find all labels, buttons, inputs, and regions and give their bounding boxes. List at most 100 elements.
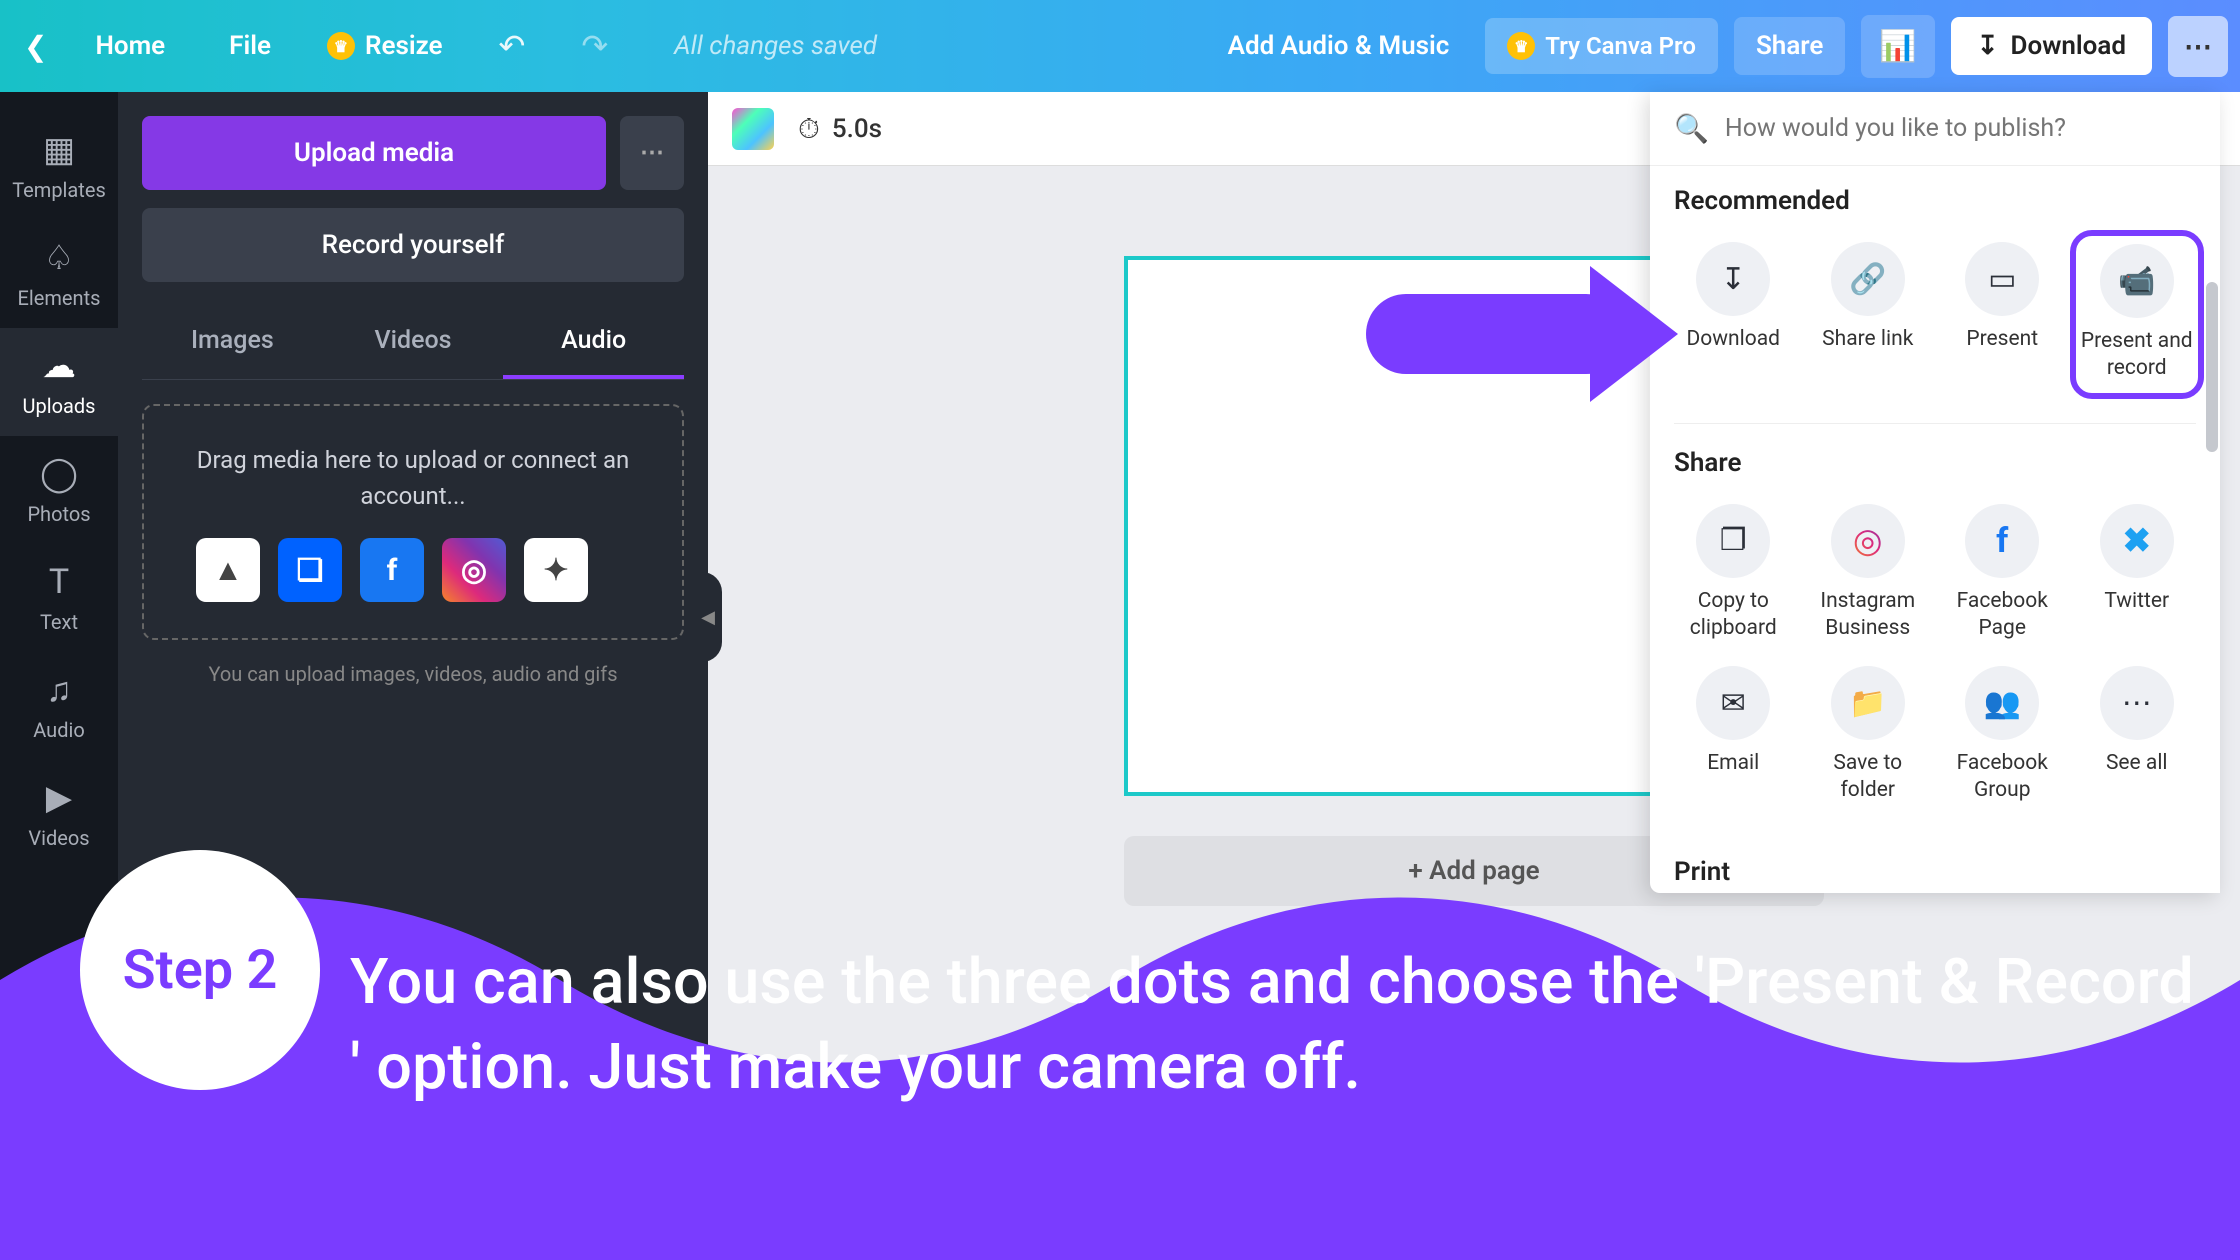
nav-label: Uploads (23, 394, 96, 418)
facebook-icon: f (1965, 504, 2039, 578)
option-label: Share link (1822, 326, 1913, 353)
clock-icon: ⏱ (798, 112, 820, 146)
nav-label: Videos (28, 826, 89, 850)
upload-hint: You can upload images, videos, audio and… (142, 662, 684, 686)
upload-tabs: Images Videos Audio (142, 306, 684, 380)
add-audio-music-button[interactable]: Add Audio & Music (1208, 31, 1470, 61)
publish-search-input[interactable] (1725, 114, 2196, 143)
scrollbar[interactable] (2206, 282, 2218, 452)
step-badge: Step 2 (80, 850, 320, 1090)
instagram-icon[interactable]: ◎ (442, 538, 506, 602)
option-label: Download (1687, 326, 1781, 353)
file-menu[interactable]: File (201, 31, 291, 61)
top-bar: ❮ Home File ♛ Resize ↶ ↷ All changes sav… (0, 0, 2240, 92)
recommended-title: Recommended (1650, 166, 2220, 222)
publish-panel: 🔍 Recommended ↧ Download 🔗 Share link ▭ … (1650, 92, 2220, 893)
upload-media-button[interactable]: Upload media (142, 116, 606, 190)
option-label: Facebook Page (1939, 588, 2066, 643)
divider (1674, 423, 2196, 424)
dropbox-icon[interactable]: ❏ (278, 538, 342, 602)
collapse-panel-icon[interactable]: ◀ (694, 572, 722, 662)
instagram-icon: ◎ (1831, 504, 1905, 578)
nav-uploads[interactable]: ☁ Uploads (0, 328, 118, 436)
option-download[interactable]: ↧ Download (1666, 230, 1801, 399)
text-icon: T (49, 562, 69, 602)
elements-icon: ♤ (44, 238, 74, 278)
nav-text[interactable]: TText (0, 544, 118, 652)
duration-control[interactable]: ⏱ 5.0s (798, 112, 882, 146)
facebook-icon[interactable]: f (360, 538, 424, 602)
drop-area[interactable]: Drag media here to upload or connect an … (142, 404, 684, 640)
option-email[interactable]: ✉ Email (1666, 654, 1801, 817)
nav-label: Photos (27, 502, 90, 526)
annotation-text: You can also use the three dots and choo… (350, 940, 2220, 1110)
nav-videos[interactable]: ▶ Videos (0, 760, 118, 868)
redo-icon[interactable]: ↷ (561, 27, 628, 65)
facebook-group-icon: 👥 (1965, 666, 2039, 740)
copy-icon: ❐ (1696, 504, 1770, 578)
color-swatch[interactable] (732, 108, 774, 150)
videos-icon: ▶ (46, 778, 72, 818)
option-share-link[interactable]: 🔗 Share link (1801, 230, 1936, 399)
email-icon: ✉ (1696, 666, 1770, 740)
option-present-and-record[interactable]: 📹 Present and record (2070, 230, 2205, 399)
step-label: Step 2 (123, 939, 278, 1002)
back-icon[interactable]: ❮ (12, 30, 59, 63)
option-label: Facebook Group (1939, 750, 2066, 805)
twitter-icon: ✖ (2100, 504, 2174, 578)
try-pro-label: Try Canva Pro (1545, 32, 1696, 60)
upload-options-button[interactable]: ⋯ (620, 116, 684, 190)
search-icon: 🔍 (1674, 112, 1709, 145)
download-button[interactable]: ↧ Download (1951, 17, 2152, 75)
duration-value: 5.0s (832, 114, 882, 144)
option-facebook-page[interactable]: f Facebook Page (1935, 492, 2070, 655)
more-icon[interactable]: ⋯ (2168, 16, 2228, 77)
undo-icon[interactable]: ↶ (479, 27, 546, 65)
uploads-icon: ☁ (42, 346, 76, 386)
google-photos-icon[interactable]: ✦ (524, 538, 588, 602)
annotation-arrow (1366, 294, 1626, 374)
option-label: See all (2106, 750, 2168, 777)
download-icon: ↧ (1977, 31, 1999, 61)
link-icon: 🔗 (1831, 242, 1905, 316)
download-label: Download (2011, 31, 2126, 61)
present-icon: ▭ (1965, 242, 2039, 316)
nav-photos[interactable]: ◯Photos (0, 436, 118, 544)
tab-audio[interactable]: Audio (503, 306, 684, 379)
home-button[interactable]: Home (75, 31, 185, 61)
crown-icon: ♛ (327, 32, 355, 60)
present-record-icon: 📹 (2100, 244, 2174, 318)
nav-label: Elements (18, 286, 101, 310)
nav-audio[interactable]: ♫Audio (0, 652, 118, 760)
nav-templates[interactable]: ▦Templates (0, 112, 118, 220)
share-grid: ❐ Copy to clipboard ◎ Instagram Business… (1650, 484, 2220, 837)
top-right-actions: Add Audio & Music ♛ Try Canva Pro Share … (1208, 15, 2228, 78)
option-twitter[interactable]: ✖ Twitter (2070, 492, 2205, 655)
more-icon: ⋯ (2100, 666, 2174, 740)
option-label: Present and record (2080, 328, 2195, 383)
record-yourself-button[interactable]: Record yourself (142, 208, 684, 282)
option-label: Twitter (2104, 588, 2169, 615)
share-button[interactable]: Share (1734, 17, 1845, 75)
nav-label: Audio (33, 718, 85, 742)
insights-icon[interactable]: 📊 (1861, 15, 1934, 78)
try-canva-pro-button[interactable]: ♛ Try Canva Pro (1485, 18, 1718, 74)
share-title: Share (1650, 428, 2220, 484)
resize-button[interactable]: ♛ Resize (307, 31, 463, 61)
tab-videos[interactable]: Videos (323, 306, 504, 379)
tab-images[interactable]: Images (142, 306, 323, 379)
option-present[interactable]: ▭ Present (1935, 230, 2070, 399)
option-label: Instagram Business (1805, 588, 1932, 643)
option-save-folder[interactable]: 📁 Save to folder (1801, 654, 1936, 817)
resize-label: Resize (365, 31, 443, 61)
nav-elements[interactable]: ♤ Elements (0, 220, 118, 328)
recommended-grid: ↧ Download 🔗 Share link ▭ Present 📹 Pres… (1650, 222, 2220, 419)
option-see-all[interactable]: ⋯ See all (2070, 654, 2205, 817)
option-label: Copy to clipboard (1670, 588, 1797, 643)
option-copy-clipboard[interactable]: ❐ Copy to clipboard (1666, 492, 1801, 655)
google-drive-icon[interactable]: ▲ (196, 538, 260, 602)
option-instagram-business[interactable]: ◎ Instagram Business (1801, 492, 1936, 655)
option-facebook-group[interactable]: 👥 Facebook Group (1935, 654, 2070, 817)
option-label: Present (1966, 326, 2038, 353)
option-label: Email (1707, 750, 1759, 777)
